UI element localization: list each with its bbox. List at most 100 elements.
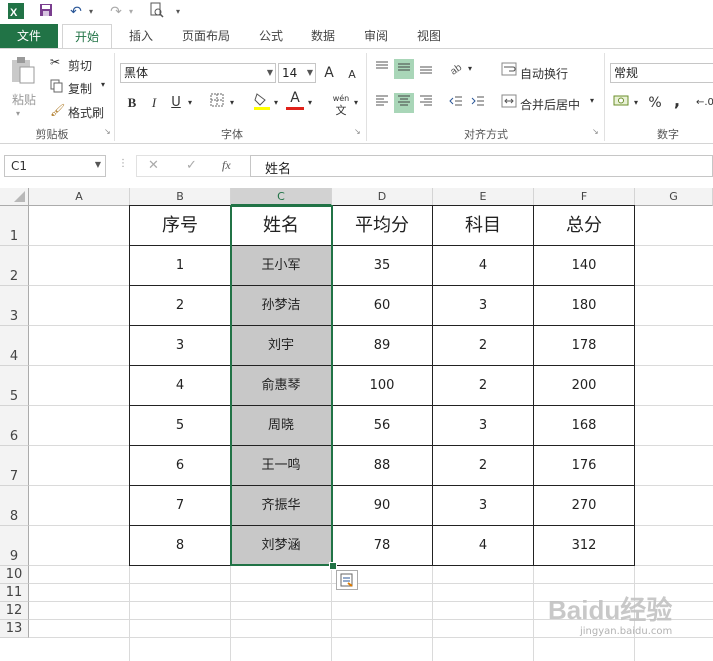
- underline-button[interactable]: U: [168, 93, 184, 113]
- quick-analysis-icon[interactable]: [336, 570, 358, 590]
- row-header[interactable]: 4: [0, 326, 29, 366]
- align-left-icon[interactable]: [372, 93, 392, 113]
- row-header[interactable]: 13: [0, 620, 29, 638]
- tab-home[interactable]: 开始: [62, 24, 112, 48]
- orientation-dropdown-icon[interactable]: ▾: [466, 59, 474, 79]
- table-header-cell[interactable]: 总分: [533, 205, 635, 246]
- tab-insert[interactable]: 插入: [118, 24, 164, 48]
- insert-function-icon[interactable]: fx: [222, 158, 231, 173]
- table-cell[interactable]: 90: [331, 485, 433, 526]
- table-cell[interactable]: 2: [432, 325, 534, 366]
- formula-input[interactable]: 姓名: [250, 155, 713, 177]
- paste-label[interactable]: 粘贴: [12, 91, 36, 108]
- column-header-a[interactable]: A: [29, 188, 130, 206]
- clipboard-launcher-icon[interactable]: ↘: [104, 127, 111, 136]
- currency-dropdown-icon[interactable]: ▾: [632, 93, 640, 113]
- merge-center-button[interactable]: 合并后居中: [520, 96, 580, 113]
- increase-indent-icon[interactable]: [468, 93, 488, 113]
- bold-button[interactable]: B: [124, 93, 140, 113]
- table-cell[interactable]: 2: [129, 285, 231, 326]
- table-cell[interactable]: 312: [533, 525, 635, 566]
- table-cell[interactable]: 88: [331, 445, 433, 486]
- align-middle-icon[interactable]: [394, 59, 414, 79]
- table-cell[interactable]: 270: [533, 485, 635, 526]
- chevron-down-icon[interactable]: ▼: [307, 64, 313, 82]
- format-painter-button[interactable]: 格式刷: [68, 104, 104, 121]
- table-cell[interactable]: 78: [331, 525, 433, 566]
- decrease-indent-icon[interactable]: [446, 93, 466, 113]
- align-top-icon[interactable]: [372, 59, 392, 79]
- format-painter-icon[interactable]: 🖌: [50, 103, 65, 117]
- undo-icon[interactable]: ↶: [66, 2, 86, 22]
- orientation-icon[interactable]: ab: [446, 59, 466, 79]
- table-cell[interactable]: 7: [129, 485, 231, 526]
- table-header-cell[interactable]: 科目: [432, 205, 534, 246]
- font-color-button[interactable]: A: [286, 89, 304, 110]
- row-header[interactable]: 6: [0, 406, 29, 446]
- align-right-icon[interactable]: [416, 93, 436, 113]
- phonetic-dropdown-icon[interactable]: ▾: [352, 93, 360, 113]
- table-cell[interactable]: 100: [331, 365, 433, 406]
- phonetic-icon[interactable]: 文: [334, 101, 348, 121]
- font-launcher-icon[interactable]: ↘: [354, 127, 361, 136]
- row-header[interactable]: 5: [0, 366, 29, 406]
- copy-dropdown-icon[interactable]: ▾: [101, 80, 105, 89]
- border-dropdown-icon[interactable]: ▾: [228, 93, 236, 113]
- row-header[interactable]: 8: [0, 486, 29, 526]
- paste-icon[interactable]: [8, 55, 40, 85]
- merge-center-icon[interactable]: [500, 93, 518, 113]
- enter-icon[interactable]: ✓: [186, 158, 197, 173]
- increase-decimal-icon[interactable]: ←.0: [696, 93, 713, 113]
- row-header[interactable]: 12: [0, 602, 29, 620]
- fill-color-icon[interactable]: [252, 91, 272, 111]
- column-header-c[interactable]: C: [231, 188, 332, 206]
- table-cell[interactable]: 6: [129, 445, 231, 486]
- wrap-text-icon[interactable]: [500, 61, 518, 81]
- table-cell[interactable]: 3: [129, 325, 231, 366]
- cut-icon[interactable]: ✂: [50, 55, 60, 69]
- table-cell[interactable]: 3: [432, 485, 534, 526]
- table-cell[interactable]: 178: [533, 325, 635, 366]
- column-header-e[interactable]: E: [433, 188, 534, 206]
- table-cell[interactable]: 35: [331, 245, 433, 286]
- customize-qat-icon[interactable]: ▾: [172, 2, 184, 22]
- select-all-corner[interactable]: [0, 188, 29, 206]
- table-cell[interactable]: 1: [129, 245, 231, 286]
- chevron-down-icon[interactable]: ▼: [267, 64, 273, 82]
- shrink-font-button[interactable]: A: [344, 65, 360, 85]
- undo-dropdown-icon[interactable]: ▾: [86, 2, 96, 22]
- table-cell[interactable]: 176: [533, 445, 635, 486]
- table-cell[interactable]: 4: [129, 365, 231, 406]
- align-bottom-icon[interactable]: [416, 59, 436, 79]
- tab-formulas[interactable]: 公式: [250, 24, 292, 48]
- table-cell[interactable]: 89: [331, 325, 433, 366]
- table-cell[interactable]: 140: [533, 245, 635, 286]
- tab-review[interactable]: 审阅: [355, 24, 397, 48]
- copy-icon[interactable]: [50, 79, 64, 96]
- name-box[interactable]: C1 ▼: [4, 155, 106, 177]
- tab-page-layout[interactable]: 页面布局: [174, 24, 238, 48]
- table-cell[interactable]: 5: [129, 405, 231, 446]
- border-icon[interactable]: [208, 93, 226, 113]
- font-size-combo[interactable]: 14 ▼: [278, 63, 316, 83]
- wrap-text-button[interactable]: 自动换行: [520, 65, 568, 82]
- tab-data[interactable]: 数据: [302, 24, 344, 48]
- cancel-icon[interactable]: ✕: [148, 158, 159, 173]
- table-cell[interactable]: 3: [432, 405, 534, 446]
- print-preview-icon[interactable]: [146, 2, 166, 22]
- tab-file[interactable]: 文件: [0, 24, 58, 48]
- row-header[interactable]: 11: [0, 584, 29, 602]
- merge-dropdown-icon[interactable]: ▾: [590, 96, 594, 105]
- table-header-cell[interactable]: 平均分: [331, 205, 433, 246]
- row-header[interactable]: 3: [0, 286, 29, 326]
- redo-icon[interactable]: ↷: [106, 2, 126, 22]
- copy-button[interactable]: 复制: [68, 80, 92, 97]
- table-cell[interactable]: 4: [432, 525, 534, 566]
- align-center-icon[interactable]: [394, 93, 414, 113]
- alignment-launcher-icon[interactable]: ↘: [592, 127, 599, 136]
- row-header[interactable]: 7: [0, 446, 29, 486]
- table-cell[interactable]: 2: [432, 445, 534, 486]
- row-header[interactable]: 10: [0, 566, 29, 584]
- table-cell[interactable]: 4: [432, 245, 534, 286]
- column-header-f[interactable]: F: [534, 188, 635, 206]
